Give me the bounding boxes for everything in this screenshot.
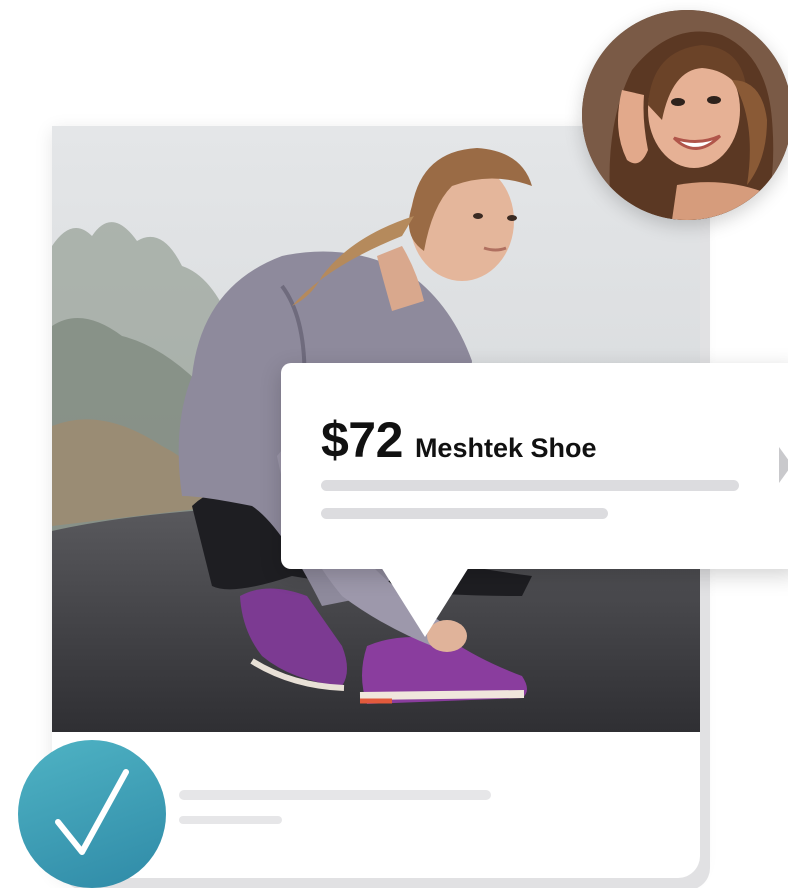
- chevron-right-icon[interactable]: [779, 447, 788, 483]
- avatar-portrait: [582, 10, 788, 220]
- product-description-line: [321, 480, 739, 491]
- product-name: Meshtek Shoe: [414, 433, 597, 463]
- checkmark-icon: [55, 769, 129, 855]
- product-tag-card[interactable]: $72 Meshtek Shoe: [281, 363, 788, 637]
- product-description-line-short: [321, 508, 608, 519]
- product-tag-pointer: [381, 567, 469, 637]
- check-badge: [18, 740, 166, 888]
- product-price: $72: [321, 412, 403, 468]
- product-title: $72 Meshtek Shoe: [321, 411, 597, 469]
- avatar[interactable]: [582, 10, 788, 220]
- caption-placeholder-line: [179, 790, 491, 800]
- caption-placeholder-line-short: [179, 816, 282, 824]
